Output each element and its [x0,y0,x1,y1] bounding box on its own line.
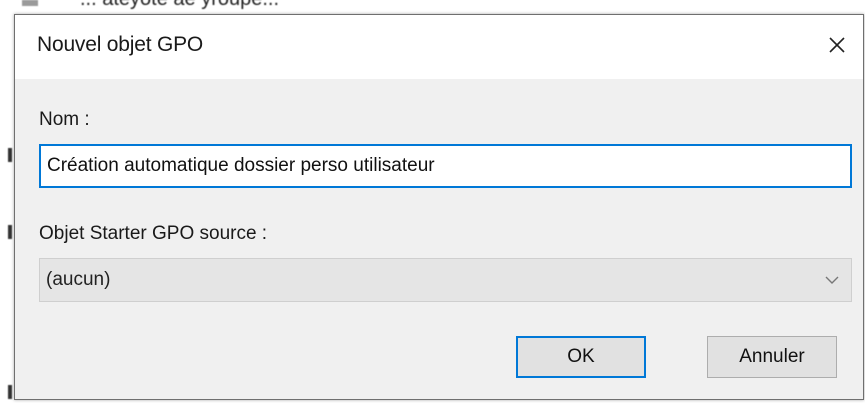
starter-gpo-select[interactable]: (aucun) [39,258,852,302]
close-button[interactable] [819,27,855,63]
background-window-edge-mark [8,148,12,162]
background-window-edge-mark [8,225,12,239]
cancel-button[interactable]: Annuler [707,336,837,378]
chevron-down-icon [825,276,839,284]
close-icon [829,37,845,53]
screen: ... ateyote ae yroupe... Nouvel objet GP… [0,0,865,403]
gpo-name-field[interactable] [39,144,852,188]
starter-gpo-label: Objet Starter GPO source : [39,223,268,244]
dialog-titlebar[interactable]: Nouvel objet GPO [15,15,863,79]
background-window-edge-mark [8,385,12,399]
background-window-text: ... ateyote ae yroupe... [80,0,279,11]
ok-button[interactable]: OK [516,336,646,378]
dialog-title: Nouvel objet GPO [37,33,204,56]
background-window-icon [22,0,38,6]
starter-gpo-selected-value: (aucun) [46,269,111,290]
new-gpo-dialog: Nouvel objet GPO Nom : Objet Starter GPO… [14,14,864,400]
name-label: Nom : [39,109,90,130]
